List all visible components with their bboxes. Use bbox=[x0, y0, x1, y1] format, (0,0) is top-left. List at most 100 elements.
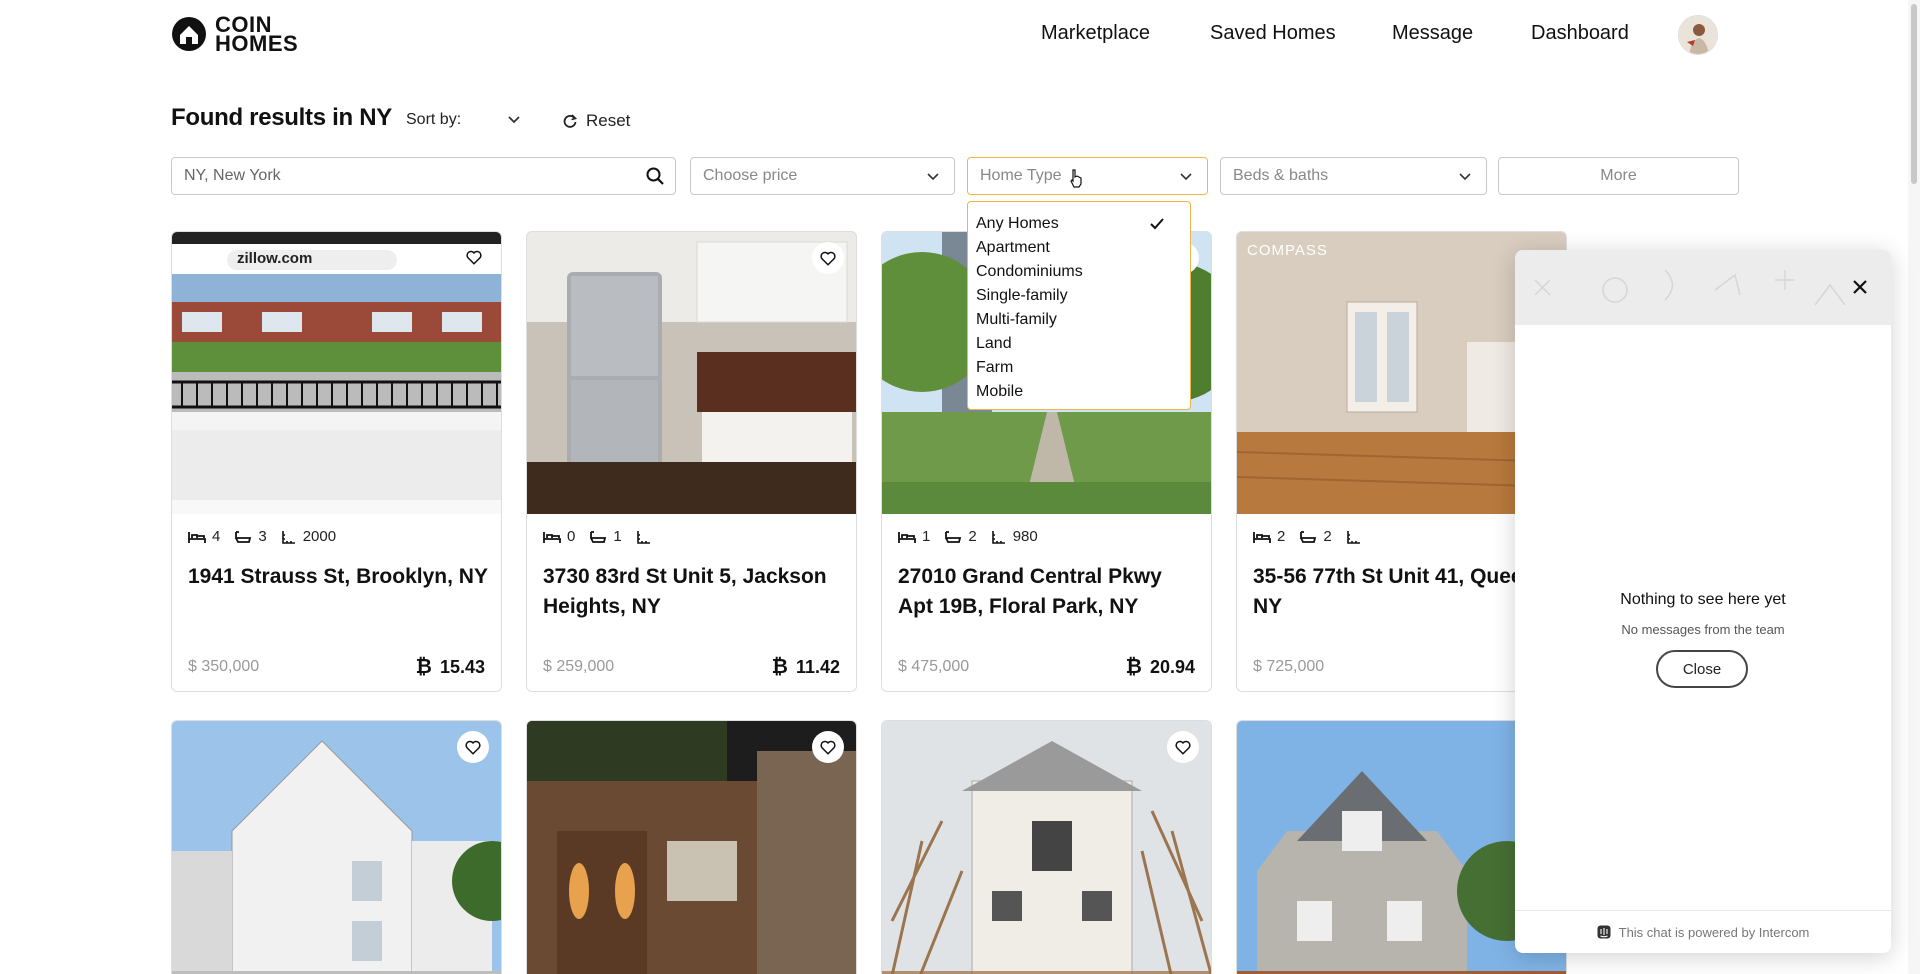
home-type-option[interactable]: Farm bbox=[968, 356, 1190, 380]
location-search-input[interactable]: NY, New York bbox=[171, 157, 676, 195]
user-avatar[interactable] bbox=[1678, 15, 1718, 55]
check-icon bbox=[1150, 218, 1164, 230]
ruler-icon bbox=[636, 530, 650, 544]
logo-wordmark: COIN HOMES bbox=[215, 12, 299, 56]
close-icon[interactable] bbox=[1851, 278, 1869, 296]
coin-homes-logo[interactable]: COIN HOMES bbox=[171, 12, 299, 56]
favorite-heart-button[interactable] bbox=[457, 731, 489, 763]
price-placeholder: Choose price bbox=[703, 167, 798, 184]
sqft-spec: 980 bbox=[991, 528, 1038, 545]
favorite-heart-button[interactable] bbox=[1167, 731, 1199, 763]
beds-baths-placeholder: Beds & baths bbox=[1233, 167, 1329, 184]
ruler-icon bbox=[1346, 530, 1360, 544]
chat-empty-subtitle: No messages from the team bbox=[1621, 622, 1785, 637]
chevron-down-icon bbox=[927, 173, 939, 181]
chevron-down-icon bbox=[1180, 173, 1192, 181]
bitcoin-icon: ₿ bbox=[771, 656, 788, 678]
reset-label: Reset bbox=[586, 111, 631, 130]
listing-price-usd: $ 725,000 bbox=[1253, 658, 1325, 675]
favorite-heart-button[interactable] bbox=[812, 731, 844, 763]
page-title: Found results in NY bbox=[171, 104, 392, 131]
page-scrollbar[interactable] bbox=[1908, 0, 1920, 974]
chat-header-pattern bbox=[1534, 269, 1846, 306]
home-type-option[interactable]: Mobile bbox=[968, 380, 1190, 404]
listing-photo bbox=[527, 721, 856, 974]
listing-price-btc: ₿ 20.94 bbox=[1125, 656, 1195, 678]
cursor-pointer-icon bbox=[1070, 169, 1082, 188]
nav-dashboard[interactable]: Dashboard bbox=[1531, 22, 1629, 45]
chevron-down-icon[interactable] bbox=[506, 111, 522, 127]
search-value: NY, New York bbox=[184, 167, 281, 184]
photo-watermark: COMPASS bbox=[1247, 242, 1328, 259]
beds-spec: 4 bbox=[188, 528, 220, 545]
listing-price-btc: ₿ 11.42 bbox=[771, 656, 840, 678]
reset-button[interactable]: Reset bbox=[562, 111, 630, 131]
nav-saved-homes[interactable]: Saved Homes bbox=[1210, 22, 1336, 45]
listing-specs: 0 1 bbox=[543, 528, 672, 545]
listing-price-usd: $ 475,000 bbox=[898, 658, 970, 675]
scrollbar-thumb[interactable] bbox=[1911, 4, 1917, 184]
price-select[interactable]: Choose price bbox=[690, 157, 955, 195]
listing-specs: 2 2 bbox=[1253, 528, 1382, 545]
chat-empty-title: Nothing to see here yet bbox=[1620, 591, 1786, 608]
beds-baths-select[interactable]: Beds & baths bbox=[1220, 157, 1487, 195]
ruler-icon bbox=[991, 530, 1005, 544]
chat-footer-text: This chat is powered by Intercom bbox=[1618, 924, 1810, 940]
bitcoin-icon: ₿ bbox=[415, 656, 432, 678]
nav-message[interactable]: Message bbox=[1392, 22, 1473, 45]
listing-address[interactable]: 1941 Strauss St, Brooklyn, NY bbox=[188, 562, 489, 592]
home-type-option[interactable]: Apartment bbox=[968, 236, 1190, 260]
listing-photo bbox=[172, 721, 501, 974]
home-type-option[interactable]: Any Homes bbox=[968, 212, 1190, 236]
listing-address[interactable]: 35-56 77th St Unit 41, Queens, NY bbox=[1253, 562, 1554, 622]
chat-close-button[interactable]: Close bbox=[1656, 650, 1748, 688]
more-filters-button[interactable]: More bbox=[1498, 157, 1739, 195]
heart-icon bbox=[820, 251, 836, 266]
bath-icon bbox=[235, 530, 252, 543]
ruler-icon bbox=[281, 530, 295, 544]
sqft-spec bbox=[1346, 529, 1368, 545]
heart-icon bbox=[465, 740, 481, 755]
listing-address[interactable]: 3730 83rd St Unit 5, Jackson Heights, NY bbox=[543, 562, 844, 622]
listing-card[interactable] bbox=[526, 720, 857, 974]
listing-price-usd: $ 350,000 bbox=[188, 658, 260, 675]
sqft-spec bbox=[636, 529, 658, 545]
refresh-icon bbox=[563, 114, 578, 128]
heart-icon bbox=[1175, 740, 1191, 755]
listing-price-usd: $ 259,000 bbox=[543, 658, 615, 675]
search-icon[interactable] bbox=[645, 166, 665, 186]
listing-card[interactable]: 0 1 3730 83rd St Unit 5, Jackson Heights… bbox=[526, 231, 857, 692]
heart-icon bbox=[466, 250, 482, 265]
more-label: More bbox=[1600, 167, 1637, 184]
sort-by-dropdown[interactable]: Sort by: bbox=[406, 111, 461, 129]
nav-marketplace[interactable]: Marketplace bbox=[1041, 22, 1150, 45]
sqft-spec: 2000 bbox=[281, 528, 336, 545]
bed-icon bbox=[1253, 531, 1271, 543]
bed-icon bbox=[898, 531, 916, 543]
listing-card[interactable] bbox=[881, 720, 1212, 974]
home-type-option[interactable]: Single-family bbox=[968, 284, 1190, 308]
listing-card[interactable] bbox=[171, 720, 502, 974]
baths-spec: 1 bbox=[589, 528, 622, 545]
bath-icon bbox=[590, 530, 607, 543]
bath-icon bbox=[1300, 530, 1317, 543]
home-type-option[interactable]: Land bbox=[968, 332, 1190, 356]
bath-icon bbox=[945, 530, 962, 543]
favorite-heart-button[interactable] bbox=[812, 242, 844, 274]
baths-spec: 2 bbox=[1299, 528, 1332, 545]
listing-address[interactable]: 27010 Grand Central Pkwy Apt 19B, Floral… bbox=[898, 562, 1199, 622]
chat-powered-by-footer[interactable]: This chat is powered by Intercom bbox=[1515, 910, 1891, 953]
beds-spec: 2 bbox=[1253, 528, 1285, 545]
listing-card[interactable]: zillow.com 4 3 2000 1941 Strauss St, Bro… bbox=[171, 231, 502, 692]
top-header: COIN HOMES Marketplace Saved Homes Messa… bbox=[0, 0, 1920, 72]
listing-specs: 4 3 2000 bbox=[188, 528, 350, 545]
home-type-select[interactable]: Home Type bbox=[967, 157, 1208, 195]
home-type-option[interactable]: Condominiums bbox=[968, 260, 1190, 284]
listing-photo: zillow.com bbox=[172, 232, 501, 514]
listing-price-btc: ₿ 15.43 bbox=[415, 656, 485, 678]
home-type-option[interactable]: Multi-family bbox=[968, 308, 1190, 332]
beds-spec: 1 bbox=[898, 528, 930, 545]
chevron-down-icon bbox=[1459, 173, 1471, 181]
favorite-heart-button[interactable] bbox=[461, 244, 487, 270]
bitcoin-icon: ₿ bbox=[1125, 656, 1142, 678]
